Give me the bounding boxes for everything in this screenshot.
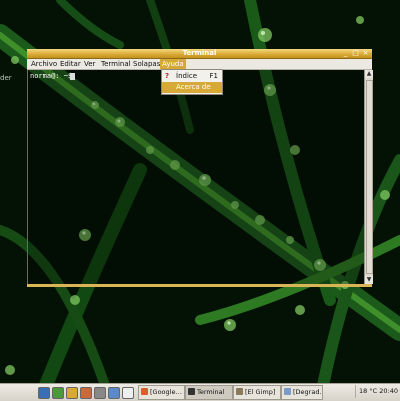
maximize-icon[interactable]: □ [352, 49, 359, 58]
shell-prompt: norma@: ~$ [30, 72, 73, 80]
menu-terminal[interactable]: Terminal [99, 59, 133, 69]
system-tray: 18 °C 20:40 [355, 385, 398, 398]
taskbar-item-gimp[interactable]: [El Gimp] [233, 385, 281, 400]
window-titlebar[interactable]: Terminal _ □ × [27, 49, 372, 59]
mail-icon[interactable] [66, 387, 78, 399]
text-cursor [70, 73, 75, 80]
menu-editar[interactable]: Editar [58, 59, 83, 69]
taskbar-item-gradient[interactable]: [Degrad… [281, 385, 323, 400]
gradient-icon [284, 388, 291, 395]
weather-temperature[interactable]: 18 °C [359, 387, 377, 395]
bottom-panel: [Google… Terminal [El Gimp] [Degrad… 18 … [0, 383, 400, 401]
minimize-icon[interactable]: _ [342, 49, 349, 58]
terminal-launcher-icon[interactable] [94, 387, 106, 399]
menu-archivo[interactable]: Archivo [29, 59, 59, 69]
taskbar-item-google[interactable]: [Google… [138, 385, 185, 400]
web-browser-icon[interactable] [52, 387, 64, 399]
window-title: Terminal [182, 49, 217, 57]
help-icon: ? [165, 72, 170, 80]
menu-ayuda[interactable]: Ayuda [160, 59, 186, 69]
terminal-icon [188, 388, 195, 395]
scroll-up-icon[interactable]: ▲ [365, 70, 373, 78]
applications-icon[interactable] [38, 387, 50, 399]
file-manager-icon[interactable] [80, 387, 92, 399]
help-menu-item-about[interactable]: Acerca de [162, 82, 222, 93]
menu-ver[interactable]: Ver [82, 59, 97, 69]
vertical-scrollbar[interactable]: ▲ ▼ [364, 70, 373, 284]
window-bottom-border [27, 284, 372, 287]
taskbar-item-terminal[interactable]: Terminal [185, 385, 233, 400]
browser-icon [141, 388, 148, 395]
menu-solapas[interactable]: Solapas [131, 59, 162, 69]
clock[interactable]: 20:40 [379, 387, 398, 395]
help-menu-dropdown: ? Índice F1 Acerca de [161, 69, 223, 95]
office-icon[interactable] [108, 387, 120, 399]
gimp-icon [236, 388, 243, 395]
editor-icon[interactable] [122, 387, 134, 399]
close-icon[interactable]: × [362, 49, 369, 58]
scroll-down-icon[interactable]: ▼ [365, 276, 373, 284]
scrollbar-thumb[interactable] [366, 80, 373, 274]
terminal-output[interactable]: norma@: ~$ [27, 70, 365, 284]
desktop-side-label: der [0, 74, 12, 82]
help-menu-item-index[interactable]: ? Índice F1 [162, 71, 222, 82]
